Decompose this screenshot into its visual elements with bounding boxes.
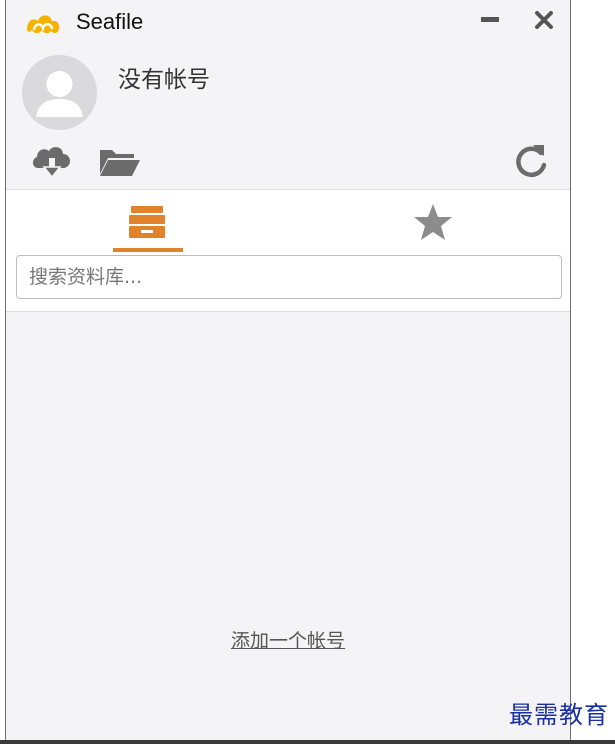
- title-bar: Seafile: [6, 0, 570, 46]
- user-avatar-icon: [22, 55, 97, 130]
- seafile-window: Seafile 没有帐号 搜索资料库... 添加一个帐号: [5, 0, 571, 740]
- open-folder-button[interactable]: [98, 144, 142, 178]
- cloud-download-icon: [32, 147, 71, 179]
- tab-active-indicator: [113, 248, 183, 252]
- download-button[interactable]: [30, 142, 74, 180]
- minimize-icon: [481, 17, 499, 22]
- tab-repos[interactable]: [6, 190, 288, 254]
- tab-starred[interactable]: [288, 190, 570, 254]
- taskbar-edge: [0, 740, 615, 744]
- add-account-link[interactable]: 添加一个帐号: [6, 626, 570, 653]
- close-button[interactable]: [530, 6, 558, 34]
- archive-box-icon: [129, 206, 165, 238]
- account-name[interactable]: 没有帐号: [118, 60, 210, 94]
- folder-open-icon: [100, 150, 140, 176]
- watermark: 最需教育: [509, 701, 609, 729]
- star-icon: [414, 204, 452, 240]
- search-area: [6, 253, 570, 312]
- avatar[interactable]: [22, 55, 97, 130]
- search-input[interactable]: [16, 255, 562, 299]
- seafile-logo-icon: [27, 15, 60, 34]
- tab-bar: [6, 189, 570, 254]
- refresh-icon: [516, 145, 547, 177]
- refresh-button[interactable]: [511, 141, 551, 181]
- minimize-button[interactable]: [476, 6, 504, 34]
- close-icon: [535, 11, 553, 29]
- app-title: Seafile: [76, 9, 144, 34]
